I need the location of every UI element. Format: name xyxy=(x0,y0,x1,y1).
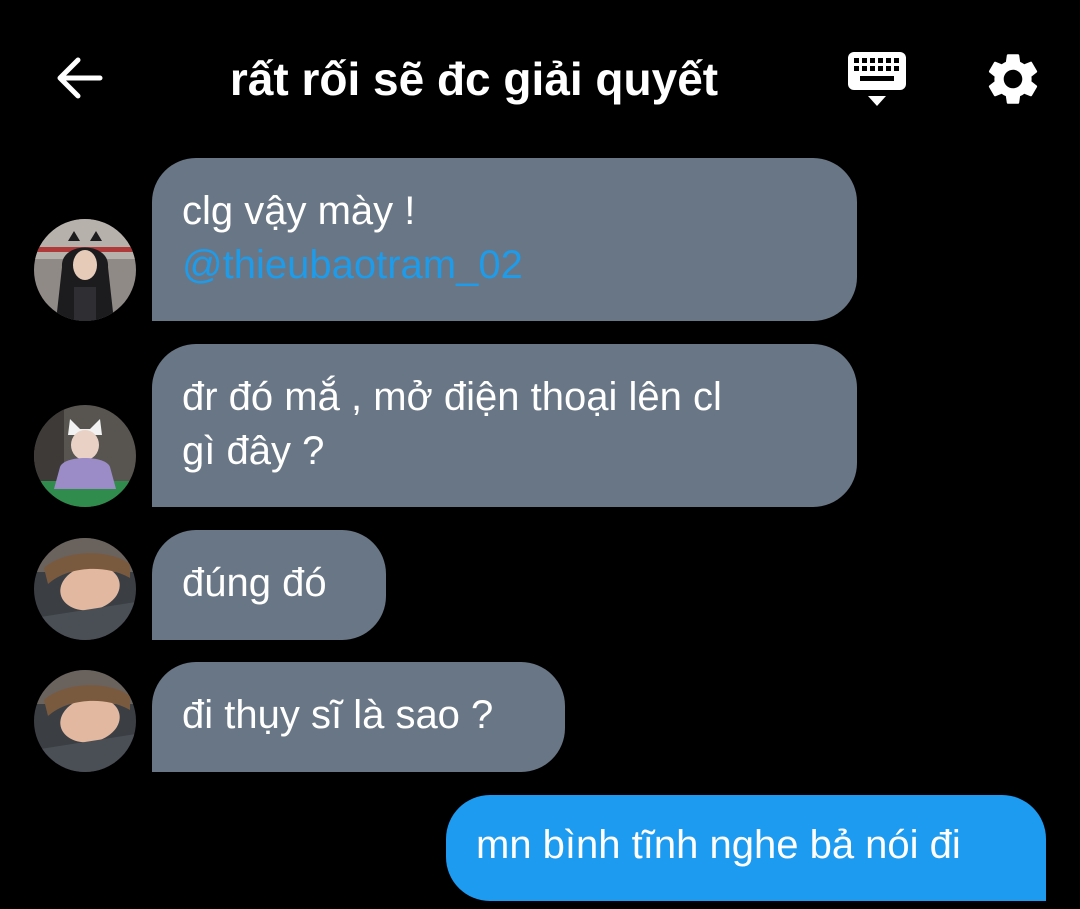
incoming-message-bubble[interactable]: đúng đó xyxy=(152,530,386,640)
arrow-left-icon xyxy=(57,57,103,99)
avatar-girl-cat-hat xyxy=(34,405,136,507)
avatar-girl-black-hood xyxy=(34,219,136,321)
incoming-message-bubble[interactable]: đi thụy sĩ là sao ? xyxy=(152,662,565,772)
keyboard-icon xyxy=(848,52,906,106)
sender-avatar[interactable] xyxy=(34,538,136,640)
message-text: gì đây ? xyxy=(182,429,325,473)
user-mention-link[interactable]: @thieubaotram_02 xyxy=(182,238,827,292)
conversation-header: rất rối sẽ đc giải quyết xyxy=(0,0,1080,158)
back-button[interactable] xyxy=(50,52,108,104)
avatar-girl-lying xyxy=(34,538,136,640)
message-text: đr đó mắ , mở điện thoại lên cl xyxy=(182,375,722,419)
message-text: đi thụy sĩ là sao ? xyxy=(182,693,494,737)
keyboard-button[interactable] xyxy=(846,50,910,112)
incoming-message-bubble[interactable]: đr đó mắ , mở điện thoại lên cl gì đây ? xyxy=(152,344,857,507)
gear-icon xyxy=(988,54,1038,104)
settings-button[interactable] xyxy=(982,48,1044,110)
sender-avatar[interactable] xyxy=(34,219,136,321)
avatar-girl-lying xyxy=(34,670,136,772)
incoming-message-bubble[interactable]: clg vậy mày ! @thieubaotram_02 xyxy=(152,158,857,321)
outgoing-message-bubble[interactable]: mn bình tĩnh nghe bả nói đi xyxy=(446,795,1046,901)
sender-avatar[interactable] xyxy=(34,405,136,507)
message-text: clg vậy mày ! xyxy=(182,189,416,233)
message-text: đúng đó xyxy=(182,561,327,605)
sender-avatar[interactable] xyxy=(34,670,136,772)
conversation-title: rất rối sẽ đc giải quyết xyxy=(229,53,719,105)
message-text: mn bình tĩnh nghe bả nói đi xyxy=(476,823,961,867)
